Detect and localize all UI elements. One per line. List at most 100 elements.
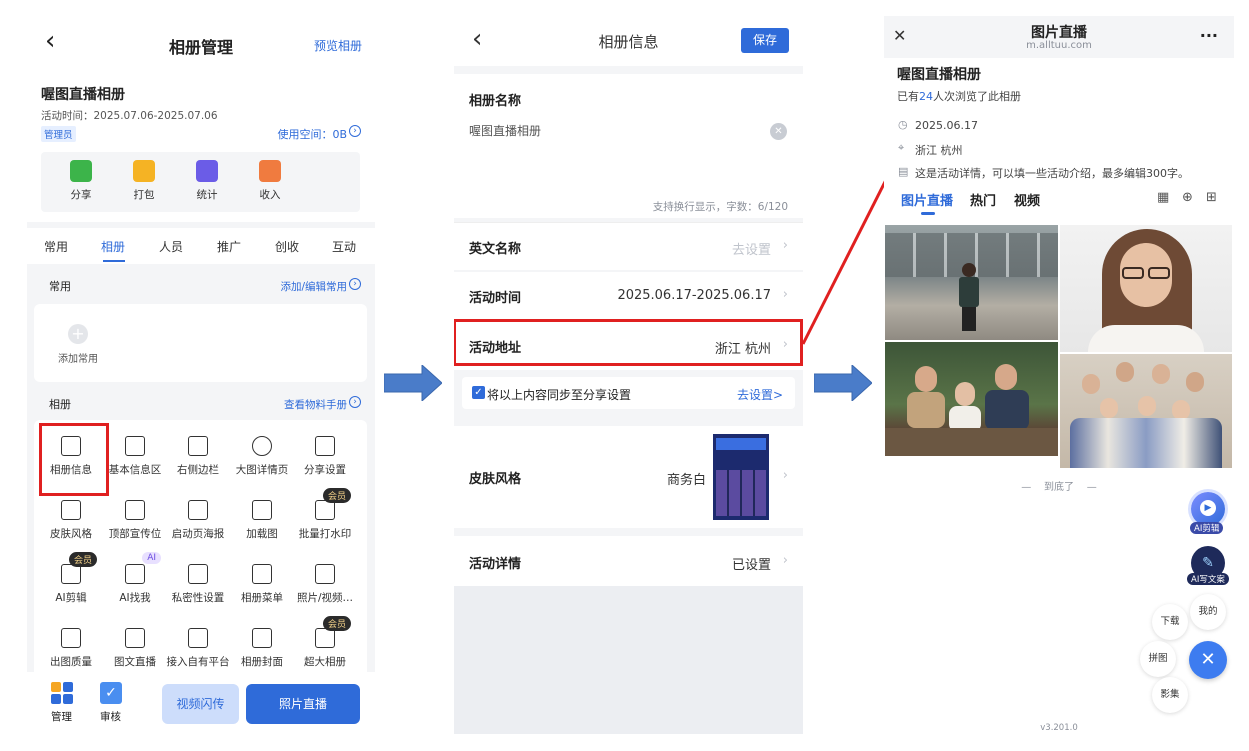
feature-item[interactable]: 相册封面 <box>230 628 294 669</box>
info-circle-icon <box>252 436 272 456</box>
photo-family-group[interactable] <box>1060 354 1232 468</box>
quick-action-icon <box>133 160 155 182</box>
bottom-bar: 管理 ✓ 审核 视频闪传 照片直播 <box>27 672 375 734</box>
feature-item[interactable]: 出图质量 <box>39 628 103 669</box>
feature-item[interactable]: 皮肤风格 <box>39 500 103 541</box>
clear-icon[interactable]: ✕ <box>770 123 787 140</box>
download-button[interactable]: 下载 <box>1152 604 1188 640</box>
feature-item[interactable]: 批量打水印 会员 <box>293 488 357 541</box>
browser-header: ✕ 图片直播 m.alltuu.com ··· <box>884 16 1234 58</box>
right-sidebar-icon <box>188 436 208 456</box>
video-flash-button[interactable]: 视频闪传 <box>162 684 239 724</box>
activity-time-value: 2025.06.17-2025.06.17 <box>617 288 771 303</box>
save-button[interactable]: 保存 <box>741 28 789 53</box>
album-name: 喔图直播相册 <box>897 67 981 83</box>
tab-2[interactable]: 人员 <box>159 238 183 255</box>
tab-5[interactable]: 互动 <box>332 238 356 255</box>
feature-item[interactable]: 相册菜单 <box>230 564 294 605</box>
activity-detail-row[interactable]: 活动详情 已设置 › <box>454 536 803 586</box>
feature-item[interactable]: 接入自有平台 <box>166 628 230 669</box>
event-date: 2025.06.17 <box>915 119 978 132</box>
chevron-right-icon: › <box>782 553 788 568</box>
end-of-list: — 到底了 — <box>1021 482 1097 493</box>
review-label: 审核 <box>100 711 121 723</box>
english-name-value: 去设置 <box>731 243 771 258</box>
feature-item[interactable]: AI剪辑 会员 <box>39 552 103 605</box>
activity-time-row[interactable]: 活动时间 2025.06.17-2025.06.17 › <box>454 272 803 320</box>
ai-clip-button[interactable]: ▶ <box>1191 492 1225 526</box>
quick-action-1[interactable]: 打包 <box>124 160 164 202</box>
char-count-hint: 支持换行显示，字数：6/120 <box>652 201 788 213</box>
platform-icon <box>188 628 208 648</box>
close-menu-button[interactable]: ✕ <box>1189 641 1227 679</box>
album-name-input[interactable]: 喔图直播相册 <box>469 122 541 139</box>
chevron-right-icon: › <box>782 287 788 302</box>
feature-item[interactable]: 私密性设置 <box>166 564 230 605</box>
content-tab-2[interactable]: 视频 <box>1014 190 1040 209</box>
role-badge: 管理员 <box>41 126 76 142</box>
location-icon: ⌖ <box>898 141 905 154</box>
review-icon[interactable]: ✓ <box>100 682 122 704</box>
feature-label: 分享设置 <box>304 464 346 476</box>
album-video-button[interactable]: 影集 <box>1152 677 1188 713</box>
feature-item[interactable]: 照片/视频… <box>293 564 357 605</box>
feature-badge: 会员 <box>322 616 351 631</box>
collage-button[interactable]: 拼图 <box>1140 641 1176 677</box>
feature-item[interactable]: 分享设置 <box>293 436 357 477</box>
photo-woman-building[interactable] <box>885 225 1058 340</box>
manage-icon[interactable] <box>51 682 73 704</box>
photo-woman-portrait[interactable] <box>1060 225 1232 352</box>
tab-4[interactable]: 创收 <box>275 238 299 255</box>
page-url: m.alltuu.com <box>1026 40 1092 51</box>
highlight-box <box>454 319 803 366</box>
chevron-right-icon: › <box>782 468 788 483</box>
photo-family-three[interactable] <box>885 342 1058 456</box>
globe-icon[interactable]: ⊕ <box>1182 190 1193 205</box>
feature-item[interactable]: 启动页海报 <box>166 500 230 541</box>
flow-arrow-1 <box>384 365 442 401</box>
tab-1[interactable]: 相册 <box>101 238 125 255</box>
feature-item[interactable]: 大图详情页 <box>230 436 294 477</box>
mine-button[interactable]: 我的 <box>1190 594 1226 630</box>
feature-item[interactable]: 加载图 <box>230 500 294 541</box>
feature-badge: 会员 <box>322 488 351 503</box>
material-manual-link[interactable]: 查看物料手册 <box>284 397 347 412</box>
feature-item[interactable]: 顶部宣传位 <box>103 500 167 541</box>
add-common-icon[interactable]: + <box>68 324 88 344</box>
activity-detail-label: 活动详情 <box>469 557 522 572</box>
tab-0[interactable]: 常用 <box>44 238 68 255</box>
preview-album-link[interactable]: 预览相册 <box>314 37 362 54</box>
feature-item[interactable]: 图文直播 <box>103 628 167 669</box>
sync-settings-link[interactable]: 去设置> <box>737 386 783 403</box>
quick-action-0[interactable]: 分享 <box>61 160 101 202</box>
event-location: 浙江 杭州 <box>915 144 963 157</box>
english-name-row[interactable]: 英文名称 去设置 › <box>454 222 803 270</box>
feature-item[interactable]: 基本信息区 <box>103 436 167 477</box>
edit-common-link[interactable]: 添加/编辑常用 <box>280 279 347 294</box>
image-text-icon <box>125 628 145 648</box>
content-tab-1[interactable]: 热门 <box>970 190 996 209</box>
album-section-title: 相册 <box>49 398 71 411</box>
feature-item[interactable]: 右侧边栏 <box>166 436 230 477</box>
quick-action-2[interactable]: 统计 <box>187 160 227 202</box>
feature-item[interactable]: AI找我 AI <box>103 552 167 605</box>
feature-badge: 会员 <box>68 552 97 567</box>
used-space[interactable]: 使用空间：0B <box>277 126 347 142</box>
content-tab-0[interactable]: 图片直播 <box>901 190 953 209</box>
feature-item[interactable]: 超大相册 会员 <box>293 616 357 669</box>
skin-style-row[interactable]: 皮肤风格 商务白 › <box>454 426 803 528</box>
skin-thumbnail <box>713 434 769 520</box>
photo-live-button[interactable]: 照片直播 <box>246 684 360 724</box>
quick-action-icon <box>70 160 92 182</box>
more-icon[interactable]: ··· <box>1200 26 1218 45</box>
grid-layout-icon[interactable]: ⊞ <box>1206 190 1217 205</box>
hd-icon <box>61 628 81 648</box>
qrcode-icon[interactable]: ▦ <box>1157 190 1169 205</box>
feature-label: 加载图 <box>246 528 278 540</box>
quick-action-3[interactable]: 收入 <box>250 160 290 202</box>
tab-bar: 常用 相册 人员 推广 创收 互动 <box>27 228 375 264</box>
flow-arrow-2 <box>814 365 872 401</box>
quick-action-label: 打包 <box>133 189 155 201</box>
tab-3[interactable]: 推广 <box>217 238 241 255</box>
sync-checkbox[interactable]: ✓ <box>472 386 485 399</box>
